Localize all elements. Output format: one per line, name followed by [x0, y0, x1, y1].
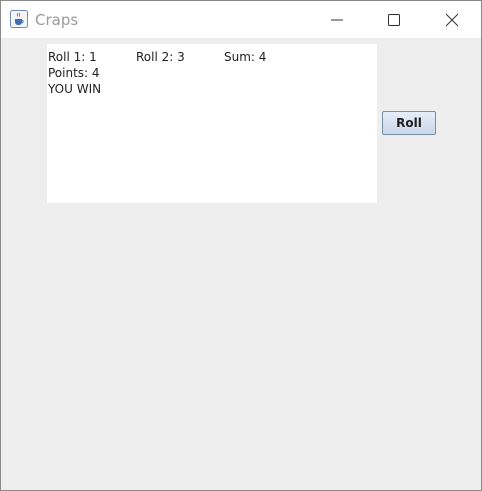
close-button[interactable] — [429, 1, 475, 38]
app-window: Craps Roll 1: 1 Roll 2: 3 Sum: 4 Points:… — [0, 0, 482, 491]
maximize-button[interactable] — [371, 1, 417, 38]
content-pane: Roll 1: 1 Roll 2: 3 Sum: 4 Points: 4 YOU… — [1, 38, 481, 490]
points-text: Points: 4 — [48, 66, 100, 80]
window-title: Craps — [35, 11, 79, 29]
minimize-button[interactable] — [314, 1, 360, 38]
roll1-text: Roll 1: 1 — [48, 50, 97, 64]
result-text: YOU WIN — [48, 82, 102, 96]
output-text-area[interactable]: Roll 1: 1 Roll 2: 3 Sum: 4 Points: 4 YOU… — [47, 44, 377, 203]
java-cup-icon[interactable] — [10, 10, 28, 28]
minimize-icon — [331, 19, 343, 20]
maximize-icon — [388, 13, 400, 26]
roll2-text: Roll 2: 3 — [136, 50, 185, 64]
roll-button[interactable]: Roll — [382, 111, 436, 135]
title-bar[interactable]: Craps — [1, 1, 481, 38]
close-icon — [445, 13, 459, 26]
sum-text: Sum: 4 — [224, 50, 267, 64]
